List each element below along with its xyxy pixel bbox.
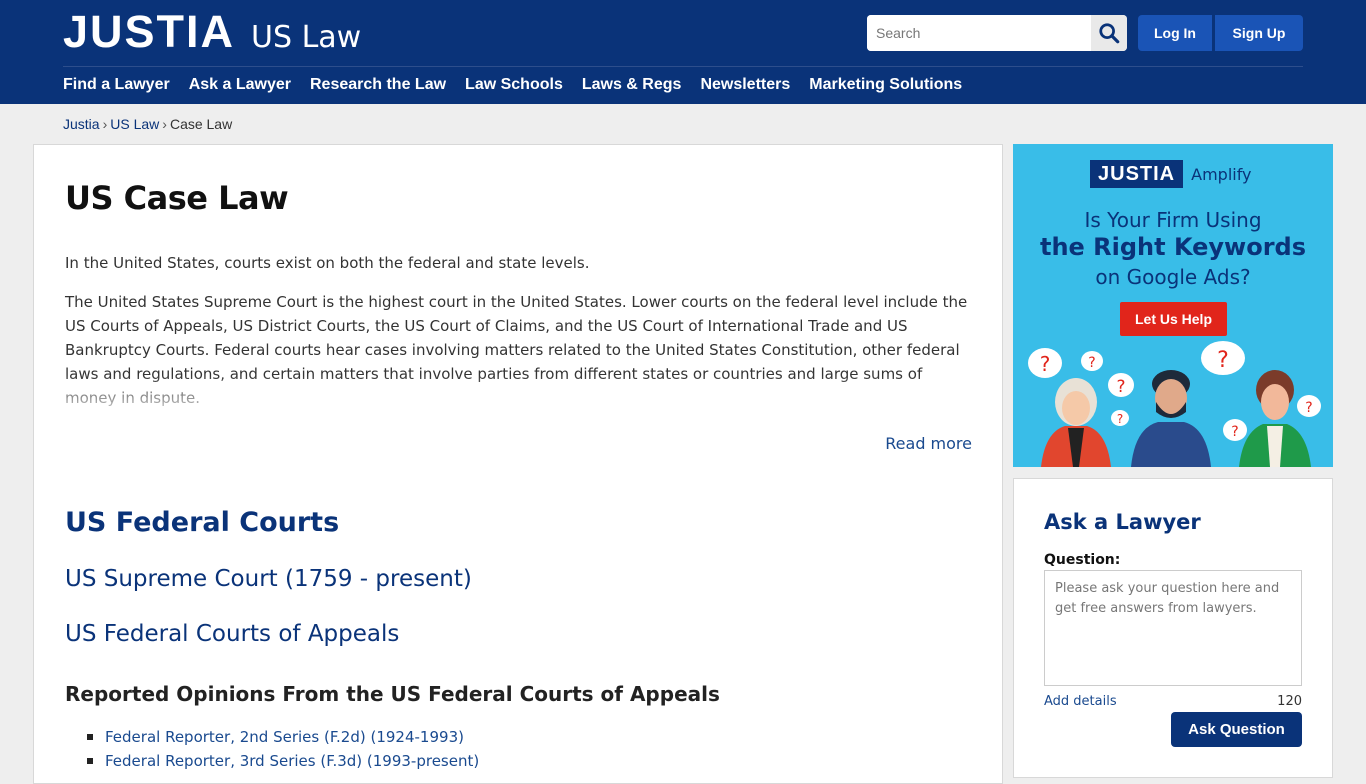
search-button[interactable] (1091, 15, 1127, 51)
question-bubble-icon: ? (1111, 410, 1129, 426)
nav-marketing-solutions[interactable]: Marketing Solutions (809, 74, 962, 96)
ad-product: Amplify (1191, 164, 1252, 184)
svg-text:?: ? (1217, 348, 1229, 373)
list-item: Federal Reporter, 3rd Series (F.3d) (199… (87, 749, 479, 773)
page-title: US Case Law (65, 179, 289, 217)
reported-opinions-heading: Reported Opinions From the US Federal Co… (65, 682, 720, 706)
nav-find-a-lawyer[interactable]: Find a Lawyer (63, 74, 170, 96)
breadcrumb-separator: › (102, 116, 108, 132)
federal-courts-heading: US Federal Courts (65, 507, 340, 538)
ask-a-lawyer-widget: Ask a Lawyer Question: Add details 120 A… (1013, 478, 1333, 778)
svg-text:?: ? (1116, 377, 1125, 397)
ad-brand: JUSTIA (1090, 160, 1184, 188)
text-fade-overlay (65, 375, 975, 411)
question-bubble-icon: ? (1223, 419, 1247, 441)
woman-figure-icon (1041, 378, 1111, 467)
signup-button[interactable]: Sign Up (1215, 15, 1303, 51)
question-bubble-icon: ? (1297, 395, 1321, 417)
main-nav: Find a Lawyer Ask a Lawyer Research the … (63, 74, 962, 96)
breadcrumb-us-law[interactable]: US Law (110, 116, 159, 132)
login-button[interactable]: Log In (1138, 15, 1212, 51)
svg-text:?: ? (1231, 424, 1238, 440)
ad-headline-2: the Right Keywords (1039, 233, 1307, 261)
woman-figure-icon (1239, 370, 1311, 467)
question-bubble-icon: ? (1108, 373, 1134, 397)
breadcrumb-separator: › (162, 116, 167, 132)
character-count: 120 (1277, 694, 1302, 709)
reporters-list: Federal Reporter, 2nd Series (F.2d) (192… (87, 725, 479, 773)
question-label: Question: (1044, 552, 1121, 568)
justia-amplify-ad[interactable]: JUSTIA Amplify Is Your Firm Using the Ri… (1013, 144, 1333, 467)
breadcrumb: Justia › US Law › Case Law (63, 116, 232, 132)
svg-text:?: ? (1117, 412, 1123, 426)
main-content: US Case Law In the United States, courts… (33, 144, 1003, 784)
search-box (867, 15, 1127, 51)
list-item: Federal Reporter, 2nd Series (F.2d) (192… (87, 725, 479, 749)
nav-law-schools[interactable]: Law Schools (465, 74, 563, 96)
svg-text:?: ? (1088, 355, 1095, 371)
nav-ask-a-lawyer[interactable]: Ask a Lawyer (189, 74, 291, 96)
question-bubble-icon: ? (1201, 341, 1245, 375)
site-header: JUSTIA US Law Log In Sign Up Find a Lawy… (0, 0, 1366, 104)
ask-question-button[interactable]: Ask Question (1171, 712, 1302, 747)
breadcrumb-justia[interactable]: Justia (63, 116, 100, 132)
intro-paragraph: In the United States, courts exist on bo… (65, 254, 590, 272)
ask-title: Ask a Lawyer (1044, 510, 1201, 534)
question-textarea[interactable] (1044, 570, 1302, 686)
logo-section: US Law (251, 20, 362, 55)
breadcrumb-current: Case Law (169, 116, 233, 132)
search-input[interactable] (867, 15, 1091, 51)
reporter-f2d-link[interactable]: Federal Reporter, 2nd Series (F.2d) (192… (105, 725, 464, 749)
nav-newsletters[interactable]: Newsletters (700, 74, 790, 96)
nav-laws-and-regs[interactable]: Laws & Regs (582, 74, 682, 96)
people-illustration: ? ? ? ? ? ? ? (1028, 341, 1321, 467)
ad-headline-1: Is Your Firm Using (1084, 208, 1262, 232)
search-icon (1099, 23, 1120, 44)
add-details-link[interactable]: Add details (1044, 694, 1117, 709)
question-bubble-icon: ? (1028, 348, 1062, 378)
ad-headline-3: on Google Ads? (1095, 265, 1251, 289)
question-bubble-icon: ? (1081, 351, 1103, 371)
ad-logo: JUSTIA Amplify (1090, 160, 1252, 188)
svg-text:?: ? (1040, 352, 1051, 376)
logo-wordmark: JUSTIA (63, 6, 236, 57)
reporter-f3d-link[interactable]: Federal Reporter, 3rd Series (F.3d) (199… (105, 749, 479, 773)
read-more-link[interactable]: Read more (885, 434, 972, 453)
courts-of-appeals-link[interactable]: US Federal Courts of Appeals (65, 621, 399, 647)
man-figure-icon (1131, 370, 1211, 467)
supreme-court-link[interactable]: US Supreme Court (1759 - present) (65, 566, 472, 592)
nav-research-the-law[interactable]: Research the Law (310, 74, 446, 96)
bullet-icon (87, 758, 93, 764)
bullet-icon (87, 734, 93, 740)
justia-logo[interactable]: JUSTIA US Law (63, 6, 362, 60)
nav-divider (63, 66, 1303, 67)
svg-text:?: ? (1305, 400, 1312, 416)
ad-cta-button[interactable]: Let Us Help (1120, 302, 1227, 336)
